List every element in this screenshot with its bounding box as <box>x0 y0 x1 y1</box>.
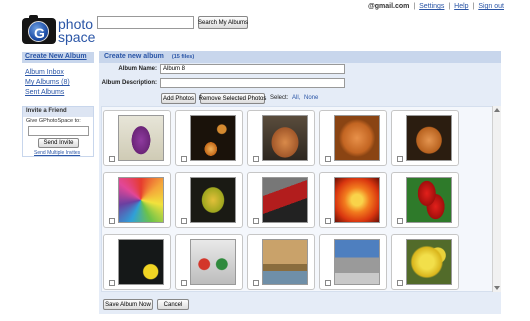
album-description-label: Album Description: <box>101 80 157 86</box>
autumn-leaf-photo[interactable] <box>190 177 236 223</box>
invite-email-field[interactable] <box>28 126 89 136</box>
lens-icon: G <box>28 21 49 42</box>
sidebar-item-my-albums[interactable]: My Albums (8) <box>25 79 70 86</box>
photo-checkbox[interactable] <box>181 156 187 162</box>
cancel-button[interactable]: Cancel <box>157 299 189 310</box>
orange-flower-photo[interactable] <box>190 115 236 161</box>
photo-tile[interactable] <box>175 110 243 166</box>
purple-iris-photo[interactable] <box>118 115 164 161</box>
invite-text: Give GPhotoSpace to: <box>26 118 81 124</box>
photo-checkbox[interactable] <box>109 218 115 224</box>
photo-tile[interactable] <box>175 172 243 228</box>
cat-face-photo[interactable] <box>334 115 380 161</box>
photo-checkbox[interactable] <box>397 280 403 286</box>
photo-tile[interactable] <box>103 234 171 290</box>
photo-tile[interactable] <box>103 172 171 228</box>
album-description-field[interactable] <box>160 78 345 88</box>
separator: | <box>413 3 416 10</box>
photo-tile[interactable] <box>103 110 171 166</box>
photo-checkbox[interactable] <box>397 156 403 162</box>
red-tulips-photo[interactable] <box>406 177 452 223</box>
sidebar-item-sent-albums[interactable]: Sent Albums <box>25 89 64 96</box>
skateboarder-photo[interactable] <box>334 239 380 285</box>
sidebar-item-album-inbox[interactable]: Album Inbox <box>25 69 64 76</box>
photo-tile[interactable] <box>319 110 387 166</box>
photo-checkbox[interactable] <box>181 218 187 224</box>
photo-tile[interactable] <box>319 172 387 228</box>
photo-tile[interactable] <box>391 234 459 290</box>
remove-selected-photos-button[interactable]: Remove Selected Photos <box>199 93 266 104</box>
add-photos-button[interactable]: Add Photos <box>161 93 196 104</box>
photo-checkbox[interactable] <box>397 218 403 224</box>
invite-title: Invite a Friend <box>23 107 93 117</box>
photo-tile[interactable] <box>391 172 459 228</box>
account-bar: @gmail.com | Settings | Help | Sign out <box>368 3 504 10</box>
search-albums-button[interactable]: Search My Albums <box>198 16 248 29</box>
separator: | <box>448 3 451 10</box>
help-link[interactable]: Help <box>454 3 468 10</box>
logo-letter: G <box>34 25 45 41</box>
red-car-photo[interactable] <box>262 177 308 223</box>
orange-flower-closeup-photo[interactable] <box>334 177 380 223</box>
gphotospace-logo[interactable]: G photo space <box>22 15 96 45</box>
account-email: @gmail.com <box>367 3 410 10</box>
scroll-down-icon[interactable] <box>494 286 500 290</box>
send-multiple-invites-link[interactable]: Send Multiple Invites <box>34 150 80 156</box>
save-album-button[interactable]: Save Album Now <box>103 299 153 310</box>
settings-link[interactable]: Settings <box>419 3 444 10</box>
photo-checkbox[interactable] <box>325 156 331 162</box>
coastal-landscape-photo[interactable] <box>262 239 308 285</box>
sign-out-link[interactable]: Sign out <box>478 3 504 10</box>
photo-tile[interactable] <box>247 110 315 166</box>
orange-kitten-photo[interactable] <box>406 115 452 161</box>
photo-checkbox[interactable] <box>109 280 115 286</box>
rubber-duck-photo[interactable] <box>118 239 164 285</box>
select-label: Select: <box>270 95 289 101</box>
create-new-album-header[interactable]: Create New Album <box>22 52 94 63</box>
photo-checkbox[interactable] <box>181 280 187 286</box>
invite-friend-panel: Invite a Friend Give GPhotoSpace to: Sen… <box>22 106 94 157</box>
scroll-up-icon[interactable] <box>494 108 500 112</box>
logo-word-space: space <box>58 29 96 45</box>
page-title: Create new album <box>104 53 164 60</box>
photo-grid-scrollbar[interactable] <box>492 106 501 292</box>
photo-checkbox[interactable] <box>325 280 331 286</box>
album-name-label: Album Name: <box>118 66 157 72</box>
search-input[interactable] <box>97 16 194 29</box>
send-invite-button[interactable]: Send Invite <box>38 138 79 148</box>
yellow-roses-photo[interactable] <box>406 239 452 285</box>
photo-tile[interactable] <box>175 234 243 290</box>
album-name-field[interactable]: Album 8 <box>160 64 345 74</box>
photo-tile[interactable] <box>247 172 315 228</box>
photo-checkbox[interactable] <box>253 218 259 224</box>
photo-checkbox[interactable] <box>253 156 259 162</box>
photo-tile[interactable] <box>247 234 315 290</box>
camera-icon: G <box>22 15 56 44</box>
photo-checkbox[interactable] <box>253 280 259 286</box>
colored-pencils-photo[interactable] <box>118 177 164 223</box>
cat-photo[interactable] <box>262 115 308 161</box>
panel-header: Create new album (15 files) <box>99 51 501 63</box>
photo-checkbox[interactable] <box>109 156 115 162</box>
photo-tile[interactable] <box>319 234 387 290</box>
select-all-link[interactable]: All, <box>292 95 300 101</box>
select-none-link[interactable]: None <box>304 95 318 101</box>
separator: | <box>472 3 475 10</box>
create-new-album-link[interactable]: Create New Album <box>25 53 87 60</box>
toy-figures-photo[interactable] <box>190 239 236 285</box>
photo-tile[interactable] <box>391 110 459 166</box>
file-count: (15 files) <box>171 54 195 60</box>
photo-checkbox[interactable] <box>325 218 331 224</box>
